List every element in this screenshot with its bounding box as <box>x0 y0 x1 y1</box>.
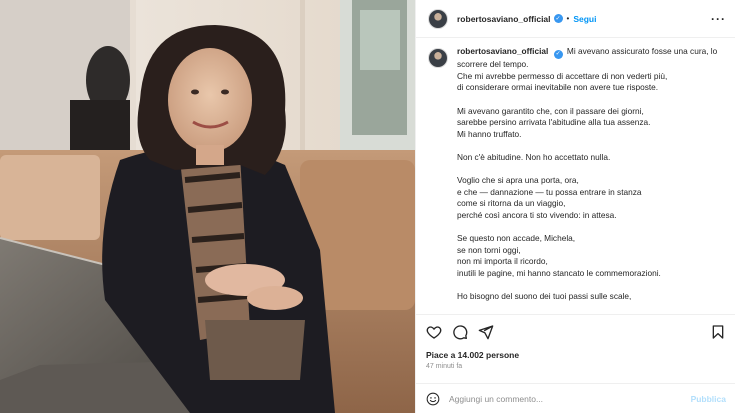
post-actions <box>416 314 735 348</box>
caption-username[interactable]: robertosaviano_official <box>457 46 548 56</box>
caption-line: non mi importa il ricordo, <box>457 256 548 267</box>
caption-line: Che mi avrebbe permesso di accettare di … <box>457 70 668 81</box>
publish-button[interactable]: Pubblica <box>691 394 726 404</box>
more-dots-icon[interactable]: ··· <box>711 12 726 26</box>
caption-line: Mi hanno truffato. <box>457 128 522 139</box>
caption-avatar[interactable] <box>428 48 448 68</box>
caption-line: Ho bisogno del suono dei tuoi passi sull… <box>457 291 632 302</box>
caption-line: inutili le pagine, mi hanno stancato le … <box>457 267 661 278</box>
comment-icon[interactable] <box>452 324 468 340</box>
verified-badge-icon: ✓ <box>553 50 563 60</box>
heart-icon[interactable] <box>426 324 442 340</box>
share-icon[interactable] <box>478 324 494 340</box>
caption-body: robertosaviano_official ✓ Mi avevano ass… <box>457 46 724 314</box>
likes-count[interactable]: Piace a 14.002 persone <box>426 350 519 360</box>
caption-line: se non torni oggi, <box>457 244 521 255</box>
post-image <box>0 0 415 413</box>
post-header: robertosaviano_official ✓ • Segui ··· <box>416 0 735 38</box>
caption-line: scorrere del tempo. <box>457 59 529 70</box>
post-photo[interactable] <box>0 0 415 413</box>
caption-stanza: Voglio che si apra una porta, ora, e che… <box>457 175 724 221</box>
caption-line: di considerare ormai inevitabile non ave… <box>457 82 659 93</box>
verified-badge-icon: ✓ <box>553 14 563 23</box>
author-username[interactable]: robertosaviano_official <box>457 14 551 24</box>
caption-line: Non c'è abitudine. Non ho accettato null… <box>457 152 611 163</box>
caption-stanza: Se questo non accade, Michela, se non to… <box>457 233 724 279</box>
caption-line: Mi avevano assicurato fosse una cura, lo <box>566 46 718 56</box>
separator-dot: • <box>566 14 570 23</box>
follow-button[interactable]: Segui <box>573 14 596 24</box>
author-avatar[interactable] <box>428 8 448 29</box>
emoji-icon[interactable] <box>426 392 440 406</box>
post-caption: robertosaviano_official ✓ Mi avevano ass… <box>416 46 735 314</box>
comment-input[interactable] <box>449 393 691 404</box>
caption-stanza: Non c'è abitudine. Non ho accettato null… <box>457 152 724 164</box>
caption-line: perché così ancora ti sto vivendo: in at… <box>457 210 617 221</box>
post-timestamp[interactable]: 47 minuti fa <box>426 363 462 370</box>
caption-line: come si ritorna da un viaggio, <box>457 198 566 209</box>
post-side-panel: robertosaviano_official ✓ • Segui ··· ro… <box>415 0 735 413</box>
caption-stanza: robertosaviano_official ✓ Mi avevano ass… <box>457 46 724 94</box>
caption-line: Voglio che si apra una porta, ora, <box>457 175 579 186</box>
bookmark-icon[interactable] <box>710 324 726 340</box>
caption-stanza: Ho bisogno del suono dei tuoi passi sull… <box>457 291 724 303</box>
comment-bar: Pubblica <box>416 383 735 413</box>
caption-stanza: Mi avevano garantito che, con il passare… <box>457 106 724 141</box>
caption-line: sarebbe persino arrivata l'abitudine all… <box>457 117 651 128</box>
caption-line: Mi avevano garantito che, con il passare… <box>457 105 644 116</box>
caption-line: Se questo non accade, Michela, <box>457 233 576 244</box>
caption-line: e che — dannazione — tu possa entrare in… <box>457 186 642 197</box>
